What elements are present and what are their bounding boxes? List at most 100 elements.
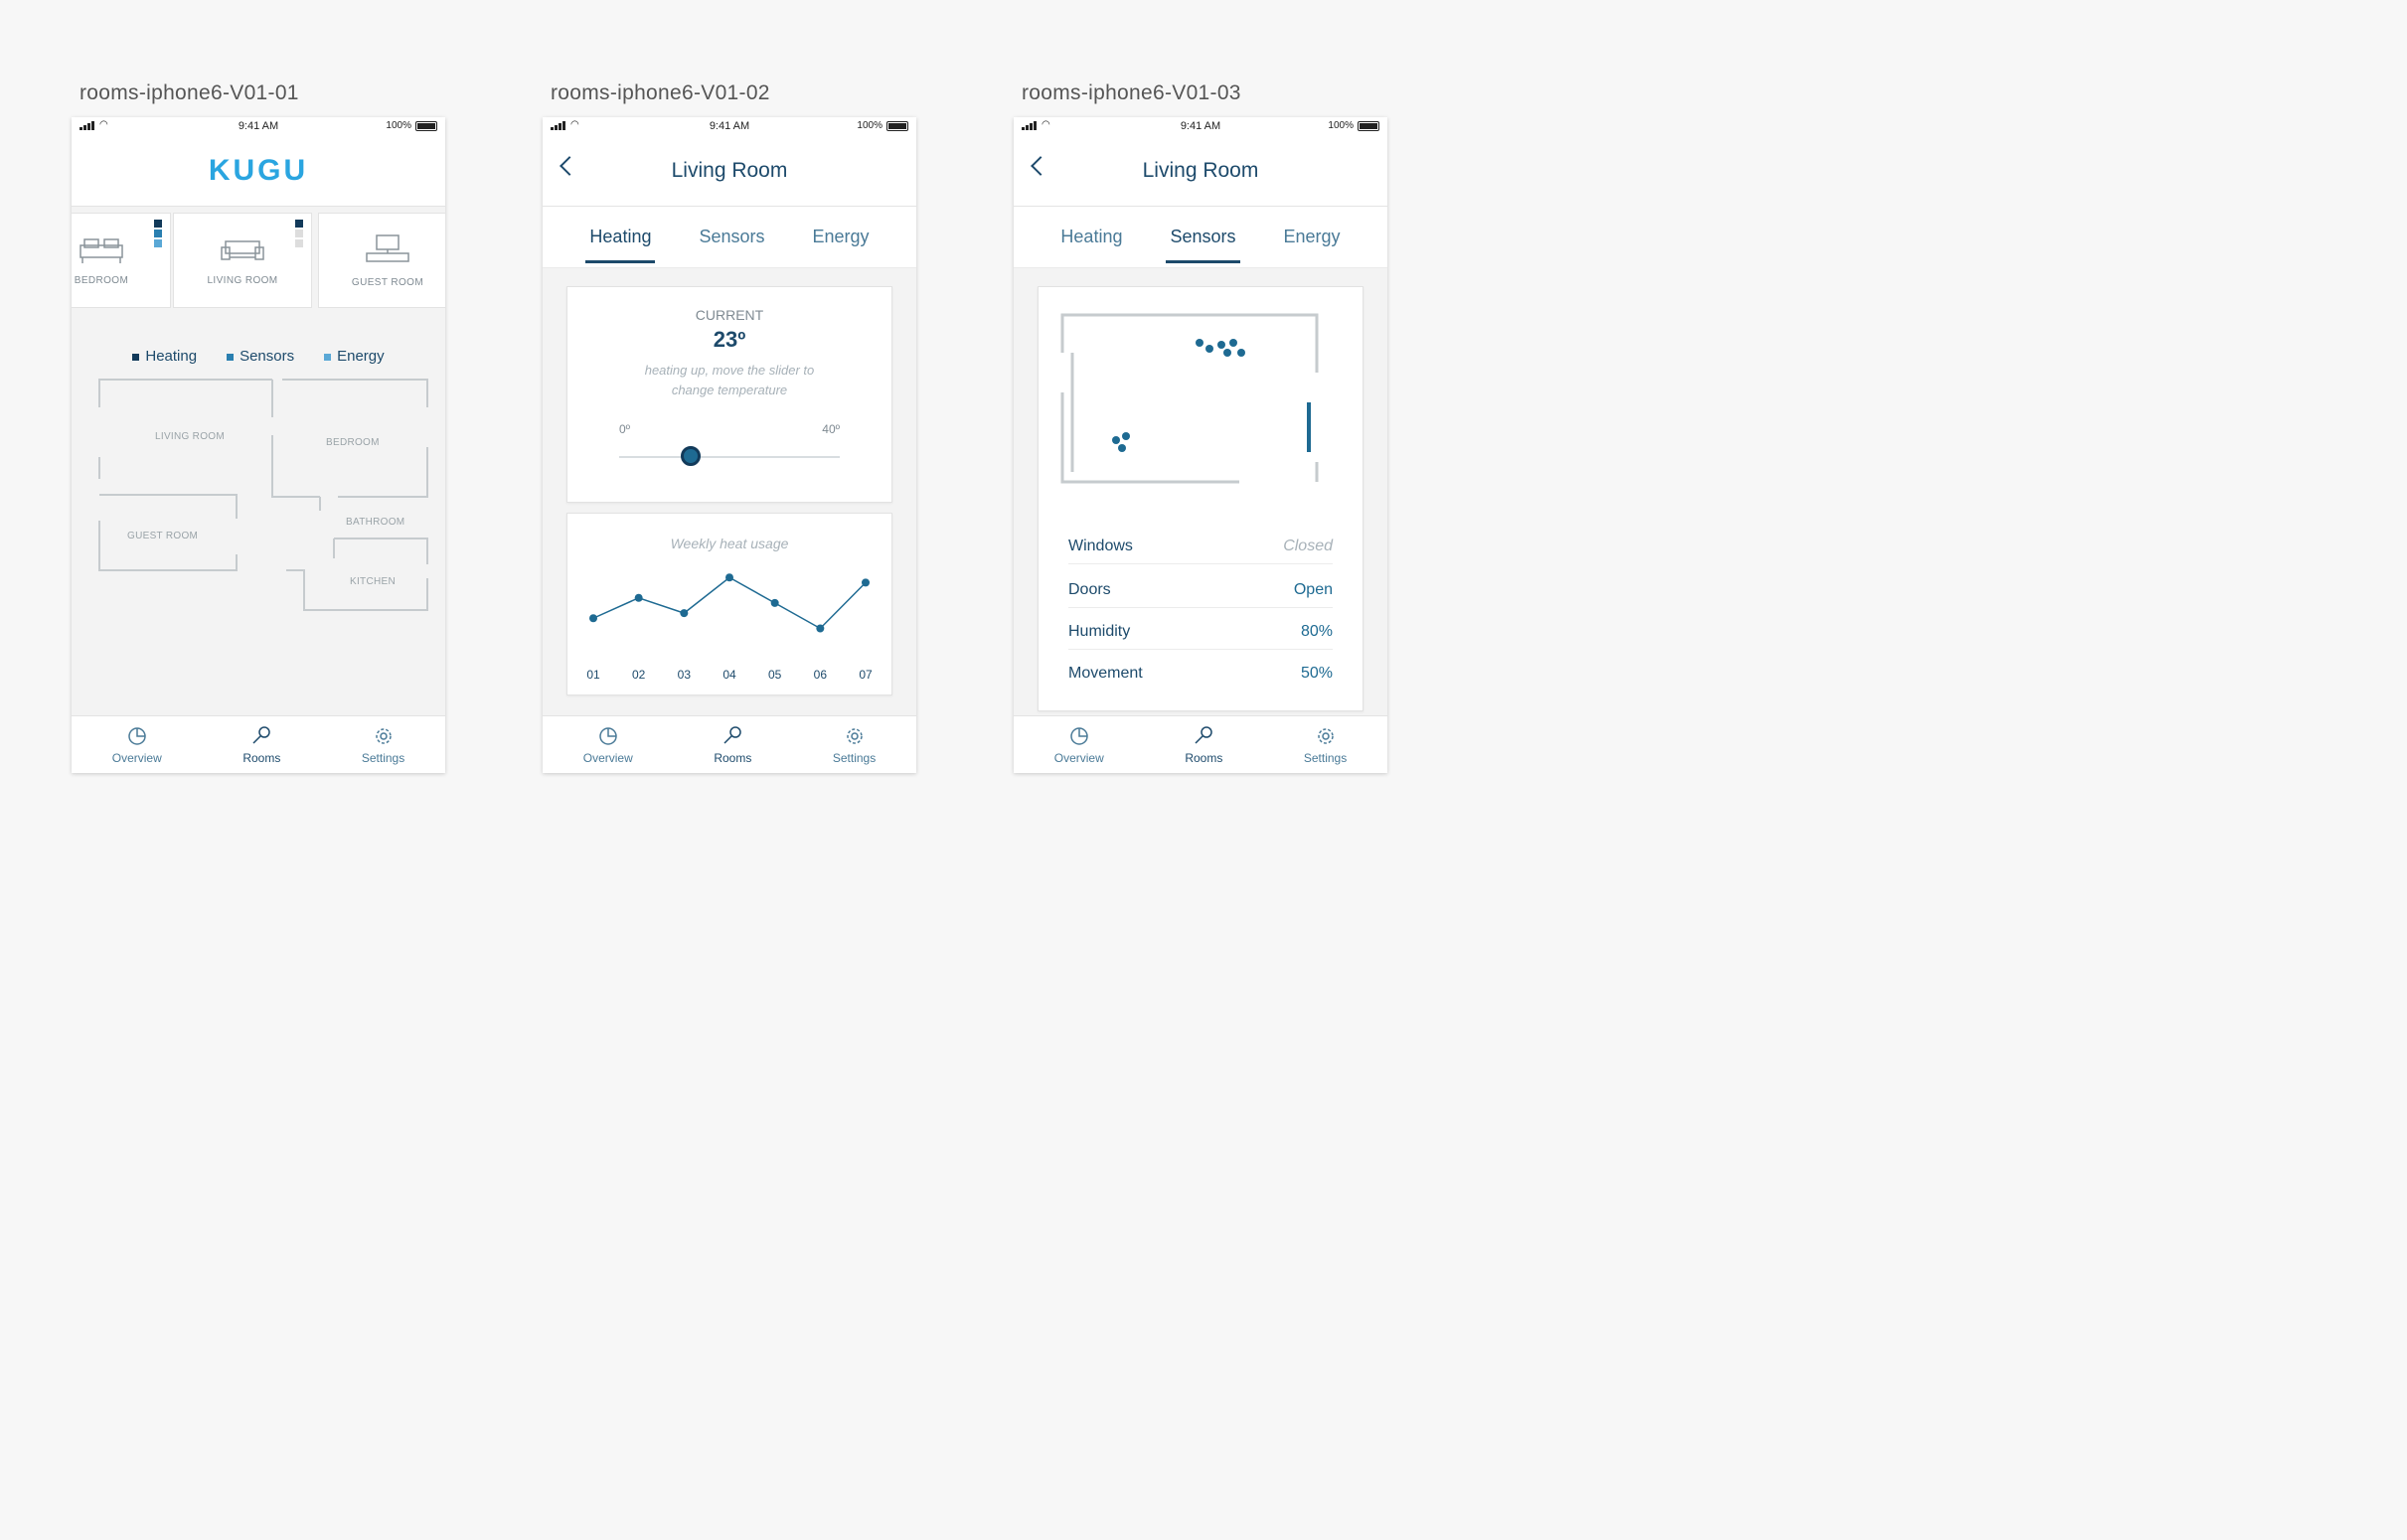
room-tile-label: GUEST ROOM bbox=[351, 276, 424, 288]
wifi-icon: ◠ bbox=[99, 119, 108, 130]
room-tile-living-room[interactable]: LIVING ROOM bbox=[173, 213, 312, 308]
tab-heating[interactable]: Heating bbox=[585, 217, 656, 263]
room-tile-label: BEDROOM bbox=[74, 274, 129, 286]
battery-icon bbox=[415, 120, 437, 131]
data-point bbox=[816, 624, 825, 633]
gear-icon bbox=[375, 727, 392, 744]
x-tick-label: 02 bbox=[632, 668, 646, 682]
tab-energy[interactable]: Energy bbox=[809, 217, 874, 257]
tab-rooms[interactable]: Rooms bbox=[1185, 725, 1222, 765]
tab-settings-label: Settings bbox=[361, 750, 405, 765]
page-title: Living Room bbox=[1142, 158, 1259, 182]
legend-heating: Heating bbox=[132, 348, 197, 365]
tab-bar: Overview Rooms Settings bbox=[72, 715, 445, 773]
gear-icon bbox=[846, 727, 863, 744]
tab-settings[interactable]: Settings bbox=[1304, 725, 1347, 765]
room-tabs: Heating Sensors Energy bbox=[543, 207, 916, 268]
floor-plan-living-room: LIVING ROOM bbox=[155, 431, 225, 442]
x-tick-label: 01 bbox=[586, 668, 600, 682]
sensor-row-movement: Movement 50% bbox=[1068, 665, 1333, 682]
x-tick-label: 03 bbox=[678, 668, 692, 682]
key-icon bbox=[723, 725, 742, 744]
tab-sensors[interactable]: Sensors bbox=[1166, 217, 1240, 263]
sensor-row-windows: Windows Closed bbox=[1068, 538, 1333, 564]
sofa-icon bbox=[221, 239, 264, 260]
room-tile-bedroom[interactable]: BEDROOM bbox=[72, 213, 171, 308]
battery-indicator: 100% bbox=[1328, 120, 1379, 131]
tab-sensors[interactable]: Sensors bbox=[695, 217, 768, 257]
artboard-title-2: rooms-iphone6-V01-02 bbox=[551, 81, 770, 104]
status-bar: ◠ 9:41 AM 100% bbox=[1014, 117, 1387, 135]
pie-chart-icon bbox=[599, 726, 617, 745]
tab-overview[interactable]: Overview bbox=[583, 725, 633, 765]
status-bar: ◠ 9:41 AM 100% bbox=[72, 117, 445, 135]
bed-icon bbox=[80, 237, 123, 263]
tab-overview[interactable]: Overview bbox=[1054, 725, 1104, 765]
tab-overview[interactable]: Overview bbox=[112, 725, 162, 765]
sensor-row-humidity: Humidity 80% bbox=[1068, 623, 1333, 650]
data-point bbox=[589, 614, 597, 623]
tab-energy[interactable]: Energy bbox=[1280, 217, 1345, 257]
status-time: 9:41 AM bbox=[238, 120, 279, 132]
tab-settings[interactable]: Settings bbox=[362, 725, 404, 765]
current-label: CURRENT bbox=[695, 307, 764, 323]
gear-icon bbox=[1317, 727, 1334, 744]
app-header: Living Room bbox=[543, 135, 916, 207]
floor-plan[interactable] bbox=[91, 376, 429, 634]
tab-settings[interactable]: Settings bbox=[833, 725, 876, 765]
status-time: 9:41 AM bbox=[709, 120, 750, 132]
phone-living-room-sensors: ◠ 9:41 AM 100% Living Room Heating Senso… bbox=[1014, 117, 1387, 773]
tab-bar: Overview Rooms Settings bbox=[1014, 715, 1387, 773]
room-tabs: Heating Sensors Energy bbox=[1014, 207, 1387, 268]
tab-bar: Overview Rooms Settings bbox=[543, 715, 916, 773]
x-tick-label: 07 bbox=[859, 668, 873, 682]
tab-rooms[interactable]: Rooms bbox=[714, 725, 751, 765]
tab-heating[interactable]: Heating bbox=[1056, 217, 1126, 257]
x-tick-label: 06 bbox=[814, 668, 828, 682]
tab-overview-label: Overview bbox=[111, 750, 162, 765]
room-tile-guest-room[interactable]: GUEST ROOM bbox=[318, 213, 445, 308]
weekly-heat-chart: 01 02 03 04 05 06 07 bbox=[586, 573, 873, 682]
floor-plan-bathroom: BATHROOM bbox=[346, 517, 405, 528]
artboard-title-3: rooms-iphone6-V01-03 bbox=[1022, 81, 1241, 104]
key-icon bbox=[1195, 725, 1213, 744]
kugu-logo: KUGU bbox=[208, 153, 309, 187]
room-status-bars bbox=[295, 220, 303, 247]
slider-max-label: 40º bbox=[822, 422, 840, 436]
legend-sensors: Sensors bbox=[227, 348, 294, 365]
data-point bbox=[634, 593, 643, 602]
slider-min-label: 0º bbox=[619, 422, 631, 436]
tab-settings-label: Settings bbox=[1303, 750, 1348, 765]
phone-rooms-overview: ◠ 9:41 AM 100% KUGU BEDROOM LIVING ROOM … bbox=[72, 117, 445, 773]
pie-chart-icon bbox=[128, 726, 146, 745]
temperature-hint: heating up, move the slider to change te… bbox=[644, 363, 815, 397]
back-chevron-icon[interactable] bbox=[1031, 156, 1050, 176]
app-header: KUGU bbox=[72, 135, 445, 207]
weekly-heat-card: Weekly heat usage 01 02 03 04 05 06 07 bbox=[566, 513, 892, 695]
series-line bbox=[592, 576, 867, 630]
page-title: Living Room bbox=[671, 158, 788, 182]
temperature-slider-knob[interactable] bbox=[681, 446, 701, 466]
temperature-slider-track[interactable] bbox=[619, 456, 840, 458]
data-point bbox=[680, 609, 689, 618]
pie-chart-icon bbox=[1070, 726, 1088, 745]
battery-indicator: 100% bbox=[857, 120, 908, 131]
tab-rooms[interactable]: Rooms bbox=[242, 725, 280, 765]
room-status-bars bbox=[154, 220, 162, 247]
status-time: 9:41 AM bbox=[1180, 120, 1221, 132]
back-chevron-icon[interactable] bbox=[560, 156, 579, 176]
legend-energy: Energy bbox=[324, 348, 385, 365]
wifi-icon: ◠ bbox=[570, 119, 579, 130]
chart-title: Weekly heat usage bbox=[670, 536, 789, 551]
tab-settings-label: Settings bbox=[832, 750, 877, 765]
current-temperature: 23º bbox=[713, 327, 746, 352]
status-legend: Heating Sensors Energy bbox=[72, 348, 445, 365]
x-tick-label: 05 bbox=[768, 668, 782, 682]
tab-rooms-label: Rooms bbox=[242, 750, 281, 765]
signal-icon bbox=[1022, 121, 1037, 130]
floor-plan-kitchen: KITCHEN bbox=[350, 576, 396, 587]
battery-icon bbox=[886, 120, 908, 131]
wifi-icon: ◠ bbox=[1042, 119, 1050, 130]
data-point bbox=[725, 573, 733, 582]
data-point bbox=[770, 598, 779, 607]
